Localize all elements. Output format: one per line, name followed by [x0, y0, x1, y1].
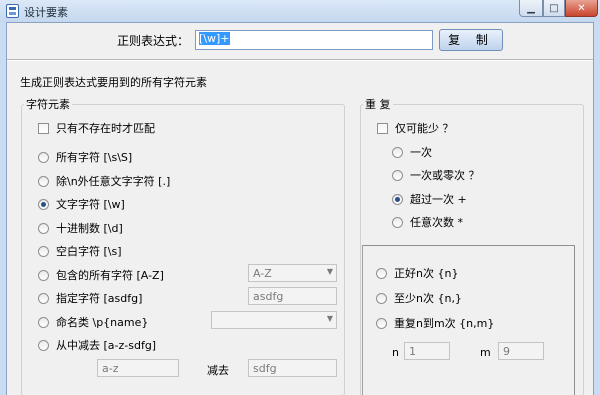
- named-class-dropdown[interactable]: ▼: [211, 311, 337, 329]
- radio-once[interactable]: 一次: [392, 144, 432, 160]
- radio-button[interactable]: [38, 222, 49, 234]
- repeat-legend: 重 复: [365, 98, 391, 111]
- radio-word-char[interactable]: 文字字符 [\w]: [38, 196, 125, 212]
- m-field[interactable]: 9: [498, 342, 544, 360]
- regex-label: 正则表达式：: [117, 34, 190, 48]
- radio-button[interactable]: [376, 292, 387, 304]
- title-bar[interactable]: 设计要素 ▁ □ ✕: [0, 0, 600, 22]
- radio-label: 超过一次 +: [410, 193, 467, 206]
- range-dropdown[interactable]: A-Z ▼: [248, 264, 337, 282]
- radio-range[interactable]: 包含的所有字符 [A-Z]: [38, 267, 164, 283]
- n-field[interactable]: 1: [404, 342, 450, 360]
- radio-label: 包含的所有字符 [A-Z]: [56, 269, 164, 282]
- lazy-checkbox[interactable]: 仅可能少 ？: [377, 120, 454, 136]
- radio-label: 从中减去 [a-z-sdfg]: [56, 339, 157, 352]
- radio-button[interactable]: [38, 292, 49, 304]
- radio-button[interactable]: [376, 317, 387, 329]
- radio-button[interactable]: [38, 245, 49, 257]
- radio-exactly-n[interactable]: 正好n次 {n}: [376, 265, 458, 281]
- radio-at-least-n[interactable]: 至少n次 {n,}: [376, 290, 462, 306]
- n-label: n: [392, 346, 399, 359]
- close-button[interactable]: ✕: [565, 0, 598, 17]
- radio-button[interactable]: [38, 269, 49, 281]
- m-label: m: [480, 346, 491, 359]
- chevron-down-icon: ▼: [326, 267, 333, 276]
- app-window: 设计要素 ▁ □ ✕ 正则表达式： [\w]+ 复 制 生成正则表达式要用到的所…: [0, 0, 600, 395]
- maximize-icon: □: [549, 2, 559, 14]
- match-absent-checkbox[interactable]: 只有不存在时才匹配: [38, 120, 155, 136]
- separator: [7, 59, 593, 61]
- subtract-label: 减去: [207, 364, 229, 377]
- copy-button[interactable]: 复 制: [439, 29, 503, 51]
- radio-label: 除\n外任意文字字符 [.]: [56, 175, 171, 188]
- radio-label: 指定字符 [asdfg]: [56, 292, 143, 305]
- radio-label: 正好n次 {n}: [394, 267, 459, 280]
- elements-caption: 生成正则表达式要用到的所有字符元素: [20, 76, 207, 89]
- radio-button-selected[interactable]: [392, 193, 403, 205]
- radio-label: 任意次数 *: [410, 216, 463, 229]
- subtract-from-field[interactable]: a-z: [97, 359, 179, 377]
- checkbox-box[interactable]: [377, 122, 388, 134]
- radio-button[interactable]: [38, 339, 49, 351]
- radio-label: 重复n到m次 {n,m}: [394, 317, 495, 330]
- radio-button[interactable]: [392, 146, 403, 158]
- app-icon: [6, 4, 19, 18]
- radio-button[interactable]: [38, 175, 49, 187]
- range-dropdown-value: A-Z: [253, 267, 272, 280]
- radio-label: 十进制数 [\d]: [56, 222, 123, 235]
- radio-specified[interactable]: 指定字符 [asdfg]: [38, 290, 142, 306]
- radio-button[interactable]: [38, 316, 49, 328]
- close-icon: ✕: [577, 2, 586, 14]
- char-elements-legend: 字符元素: [26, 98, 70, 111]
- regex-input[interactable]: [\w]+: [195, 30, 433, 50]
- radio-any-times[interactable]: 任意次数 *: [392, 214, 463, 230]
- radio-whitespace[interactable]: 空白字符 [\s]: [38, 243, 122, 259]
- specified-chars-field[interactable]: asdfg: [248, 287, 337, 305]
- minimize-icon: ▁: [527, 2, 535, 14]
- lazy-label: 仅可能少 ？: [395, 122, 454, 135]
- radio-any-char[interactable]: 除\n外任意文字字符 [.]: [38, 173, 170, 189]
- radio-button[interactable]: [392, 216, 403, 228]
- window-title: 设计要素: [24, 6, 68, 19]
- regex-value: [\w]+: [199, 32, 230, 45]
- radio-label: 命名类 \p{name}: [56, 316, 149, 329]
- radio-button-selected[interactable]: [38, 198, 49, 210]
- chevron-down-icon: ▼: [326, 314, 333, 323]
- radio-label: 至少n次 {n,}: [394, 292, 462, 305]
- radio-button[interactable]: [376, 267, 387, 279]
- radio-label: 所有字符 [\s\S]: [56, 151, 133, 164]
- minimize-button[interactable]: ▁: [519, 0, 543, 17]
- radio-named-class[interactable]: 命名类 \p{name}: [38, 314, 148, 330]
- maximize-button[interactable]: □: [543, 0, 565, 17]
- radio-subtract[interactable]: 从中减去 [a-z-sdfg]: [38, 337, 156, 353]
- radio-button[interactable]: [38, 151, 49, 163]
- radio-label: 一次: [410, 146, 432, 159]
- checkbox-box[interactable]: [38, 122, 49, 134]
- radio-all-chars[interactable]: 所有字符 [\s\S]: [38, 149, 132, 165]
- radio-digit[interactable]: 十进制数 [\d]: [38, 220, 123, 236]
- radio-more-than-once[interactable]: 超过一次 +: [392, 191, 467, 207]
- radio-label: 空白字符 [\s]: [56, 245, 122, 258]
- radio-once-or-zero[interactable]: 一次或零次 ？: [392, 167, 480, 183]
- radio-label: 一次或零次 ？: [410, 169, 480, 182]
- dialog-body: 正则表达式： [\w]+ 复 制 生成正则表达式要用到的所有字符元素 字符元素 …: [6, 22, 594, 395]
- radio-n-to-m[interactable]: 重复n到m次 {n,m}: [376, 315, 494, 331]
- radio-button[interactable]: [392, 169, 403, 181]
- subtract-value-field[interactable]: sdfg: [248, 359, 337, 377]
- radio-label: 文字字符 [\w]: [56, 198, 125, 211]
- match-absent-label: 只有不存在时才匹配: [56, 122, 155, 135]
